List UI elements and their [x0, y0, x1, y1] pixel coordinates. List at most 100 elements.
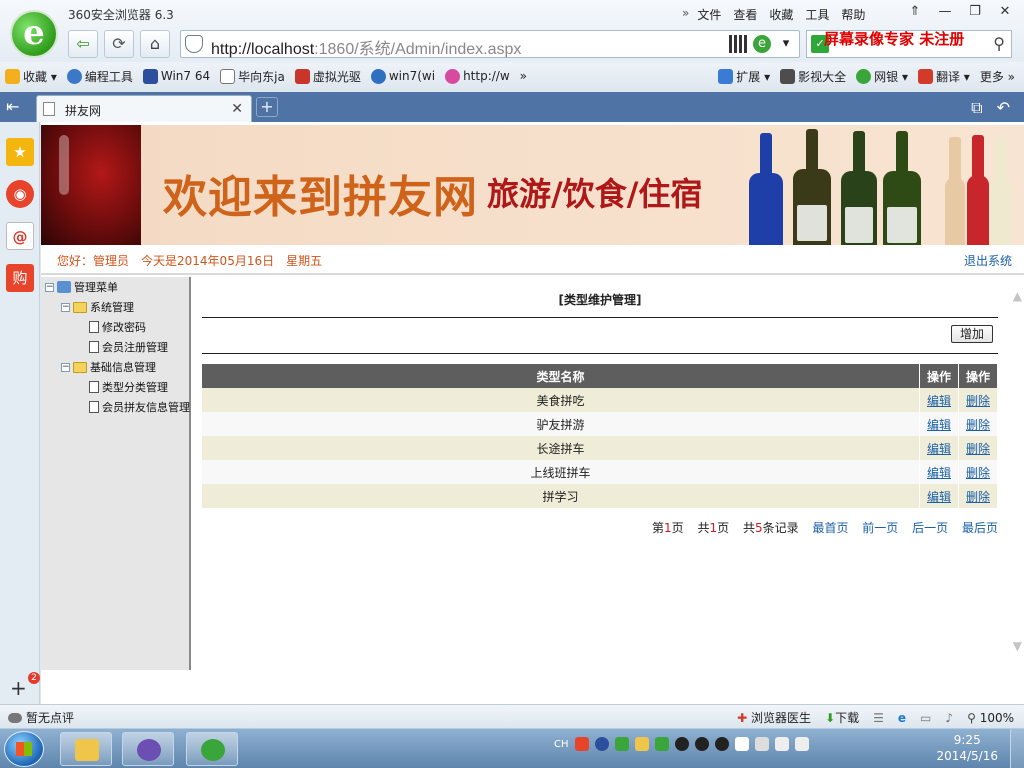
menu-help[interactable]: 帮助 — [835, 4, 871, 25]
tree-item-member-partner-info[interactable]: 会员拼友信息管理 — [89, 399, 190, 415]
netbank-menu[interactable]: 网银 ▾ — [851, 68, 913, 85]
edit-link[interactable]: 编辑 — [927, 490, 951, 504]
extensions-menu[interactable]: 扩展 ▾ — [713, 68, 775, 85]
tab-pinyou[interactable]: 拼友网 ✕ — [36, 95, 252, 122]
usb-icon[interactable] — [754, 737, 769, 751]
tree-group-basic-info[interactable]: − 基础信息管理 — [61, 359, 156, 375]
show-desktop-button[interactable] — [1010, 729, 1024, 768]
video-menu[interactable]: 影视大全 — [775, 68, 851, 85]
ime-indicator[interactable]: CH — [554, 739, 569, 750]
translate-menu[interactable]: 翻译 ▾ — [913, 68, 975, 85]
bookmark-http[interactable]: http://w — [440, 68, 515, 84]
shopping-icon[interactable]: 购 — [6, 264, 34, 292]
edit-link[interactable]: 编辑 — [927, 442, 951, 456]
edit-link[interactable]: 编辑 — [927, 394, 951, 408]
delete-link[interactable]: 删除 — [966, 442, 990, 456]
mail-icon[interactable]: @ — [6, 222, 34, 250]
taskbar-visual-studio[interactable] — [122, 732, 174, 766]
taskbar-clock[interactable]: 9:25 2014/5/16 — [936, 732, 998, 764]
menu-file[interactable]: 文件 — [691, 4, 727, 25]
bookmark-win7[interactable]: win7(wi — [366, 68, 440, 84]
weibo-icon[interactable]: ◉ — [6, 180, 34, 208]
browser-logo-icon[interactable]: e — [10, 10, 58, 58]
menu-more-icon[interactable]: » — [676, 4, 691, 25]
delete-link[interactable]: 删除 — [966, 466, 990, 480]
new-tab-button[interactable]: + — [256, 97, 278, 117]
back-button[interactable]: ⇦ — [68, 30, 98, 58]
bookmark-favorites[interactable]: 收藏 ▾ — [0, 68, 62, 85]
taskbar-360-browser[interactable] — [186, 732, 238, 766]
tree-root[interactable]: − 管理菜单 — [45, 279, 118, 295]
bookmark-programming-tools[interactable]: 编程工具 — [62, 68, 138, 85]
shield-icon[interactable] — [654, 737, 669, 751]
prev-page-link[interactable]: 前一页 — [862, 521, 898, 535]
home-button[interactable]: ⌂ — [140, 30, 170, 58]
menu-view[interactable]: 查看 — [727, 4, 763, 25]
restore-tab-icon[interactable]: ⧉ — [971, 98, 982, 118]
refresh-button[interactable]: ⟳ — [104, 30, 134, 58]
bookmark-win7-64[interactable]: Win7 64 — [138, 68, 215, 84]
tree-item-member-registration[interactable]: 会员注册管理 — [89, 339, 168, 355]
network-green-icon[interactable] — [614, 737, 629, 751]
status-left[interactable]: 暂无点评 — [8, 709, 74, 726]
bookmark-bixiangdong[interactable]: 毕向东ja — [215, 68, 290, 85]
first-page-link[interactable]: 最首页 — [812, 521, 848, 535]
volume-icon[interactable] — [794, 737, 809, 751]
bookmark-virtual-drive[interactable]: 虚拟光驱 — [290, 68, 366, 85]
help-icon[interactable] — [594, 737, 609, 751]
qr-code-icon[interactable] — [729, 35, 747, 53]
volume-icon[interactable]: ♪ — [945, 711, 953, 725]
add-panel-icon[interactable]: + — [10, 676, 27, 700]
sogou-icon[interactable] — [574, 737, 589, 751]
qq-icon[interactable] — [674, 737, 689, 751]
url-text[interactable]: http://localhost:1860/系统/Admin/index.asp… — [211, 35, 521, 59]
collapse-icon[interactable]: − — [61, 362, 70, 372]
tree-item-change-password[interactable]: 修改密码 — [89, 319, 146, 335]
zoom-control[interactable]: ⚲ 100% — [967, 711, 1014, 725]
collapse-icon[interactable]: − — [61, 302, 70, 312]
tree-item-type-category[interactable]: 类型分类管理 — [89, 379, 168, 395]
flag-icon[interactable] — [734, 737, 749, 751]
download-button[interactable]: ⬇下载 — [825, 709, 859, 726]
menu-tools[interactable]: 工具 — [799, 4, 835, 25]
delete-link[interactable]: 删除 — [966, 418, 990, 432]
bookmarks-more[interactable]: » — [515, 69, 532, 83]
scroll-up-icon[interactable]: ▲ — [1013, 289, 1022, 303]
address-bar[interactable]: http://localhost:1860/系统/Admin/index.asp… — [180, 30, 800, 58]
delete-link[interactable]: 删除 — [966, 394, 990, 408]
browser-doctor[interactable]: ✚ 浏览器医生 — [737, 709, 811, 726]
ie-mode-icon[interactable]: e — [753, 35, 771, 53]
signal-icon[interactable] — [774, 737, 789, 751]
content-scrollbar[interactable]: ▲ ▼ — [1007, 277, 1024, 670]
shield-icon[interactable] — [634, 737, 649, 751]
tree-group-system[interactable]: − 系统管理 — [61, 299, 134, 315]
last-page-link[interactable]: 最后页 — [962, 521, 998, 535]
scroll-down-icon[interactable]: ▼ — [1013, 639, 1022, 653]
ie-icon[interactable]: e — [898, 711, 906, 725]
taskbar-explorer[interactable] — [60, 732, 112, 766]
security-shield-icon[interactable] — [185, 35, 203, 53]
add-button[interactable]: 增加 — [951, 325, 993, 343]
favorites-star-icon[interactable]: ★ — [6, 138, 34, 166]
search-icon[interactable]: ⚲ — [993, 34, 1005, 53]
undo-close-icon[interactable]: ↶ — [997, 98, 1010, 118]
start-button[interactable] — [4, 731, 44, 767]
edit-link[interactable]: 编辑 — [927, 418, 951, 432]
qq-icon[interactable] — [714, 737, 729, 751]
qq-icon[interactable] — [694, 737, 709, 751]
menu-favorites[interactable]: 收藏 — [763, 4, 799, 25]
edit-link[interactable]: 编辑 — [927, 466, 951, 480]
restore-button[interactable]: ❐ — [960, 2, 990, 22]
compat-icon[interactable]: ☰ — [873, 711, 884, 725]
chevron-down-icon[interactable]: ▾ — [777, 35, 795, 53]
more-menu[interactable]: 更多 » — [975, 68, 1020, 85]
logout-link[interactable]: 退出系统 — [964, 252, 1012, 269]
delete-link[interactable]: 删除 — [966, 490, 990, 504]
collapse-icon[interactable]: − — [45, 282, 54, 292]
minimize-button[interactable]: — — [930, 2, 960, 22]
next-page-link[interactable]: 后一页 — [912, 521, 948, 535]
window-icon[interactable]: ▭ — [920, 711, 931, 725]
close-window-button[interactable]: ✕ — [990, 2, 1020, 22]
close-icon[interactable]: ✕ — [231, 101, 243, 117]
pin-window-button[interactable]: ⇑ — [900, 2, 930, 22]
